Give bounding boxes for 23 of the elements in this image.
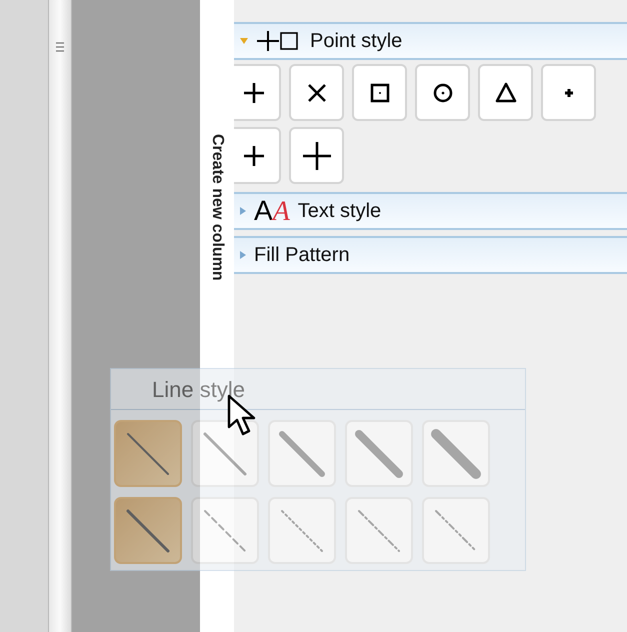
marker-button[interactable] xyxy=(478,64,533,121)
marker-button[interactable] xyxy=(234,127,281,184)
marker-button[interactable] xyxy=(289,127,344,184)
plus-icon xyxy=(302,142,330,170)
line-sample-icon xyxy=(277,428,327,478)
section-header[interactable]: Fill Pattern xyxy=(234,236,627,274)
collapse-triangle-icon xyxy=(240,38,248,44)
line-style-button[interactable] xyxy=(191,420,259,487)
create-column-label[interactable]: Create new column xyxy=(205,134,229,281)
expand-triangle-icon xyxy=(240,251,246,259)
marker-button[interactable] xyxy=(541,64,596,121)
marker-button[interactable] xyxy=(289,64,344,121)
marker-button[interactable] xyxy=(415,64,470,121)
expand-triangle-icon xyxy=(240,207,246,215)
grip-icon[interactable] xyxy=(56,42,64,52)
section-header[interactable]: Point style xyxy=(234,22,627,60)
splitter[interactable] xyxy=(48,0,72,632)
line-sample-icon xyxy=(354,428,404,478)
section-header[interactable]: AA Text style xyxy=(234,192,627,230)
line-sample-icon xyxy=(431,428,481,478)
marker-button[interactable] xyxy=(352,64,407,121)
marker-button[interactable] xyxy=(234,64,281,121)
font-icon: AA xyxy=(254,196,290,226)
